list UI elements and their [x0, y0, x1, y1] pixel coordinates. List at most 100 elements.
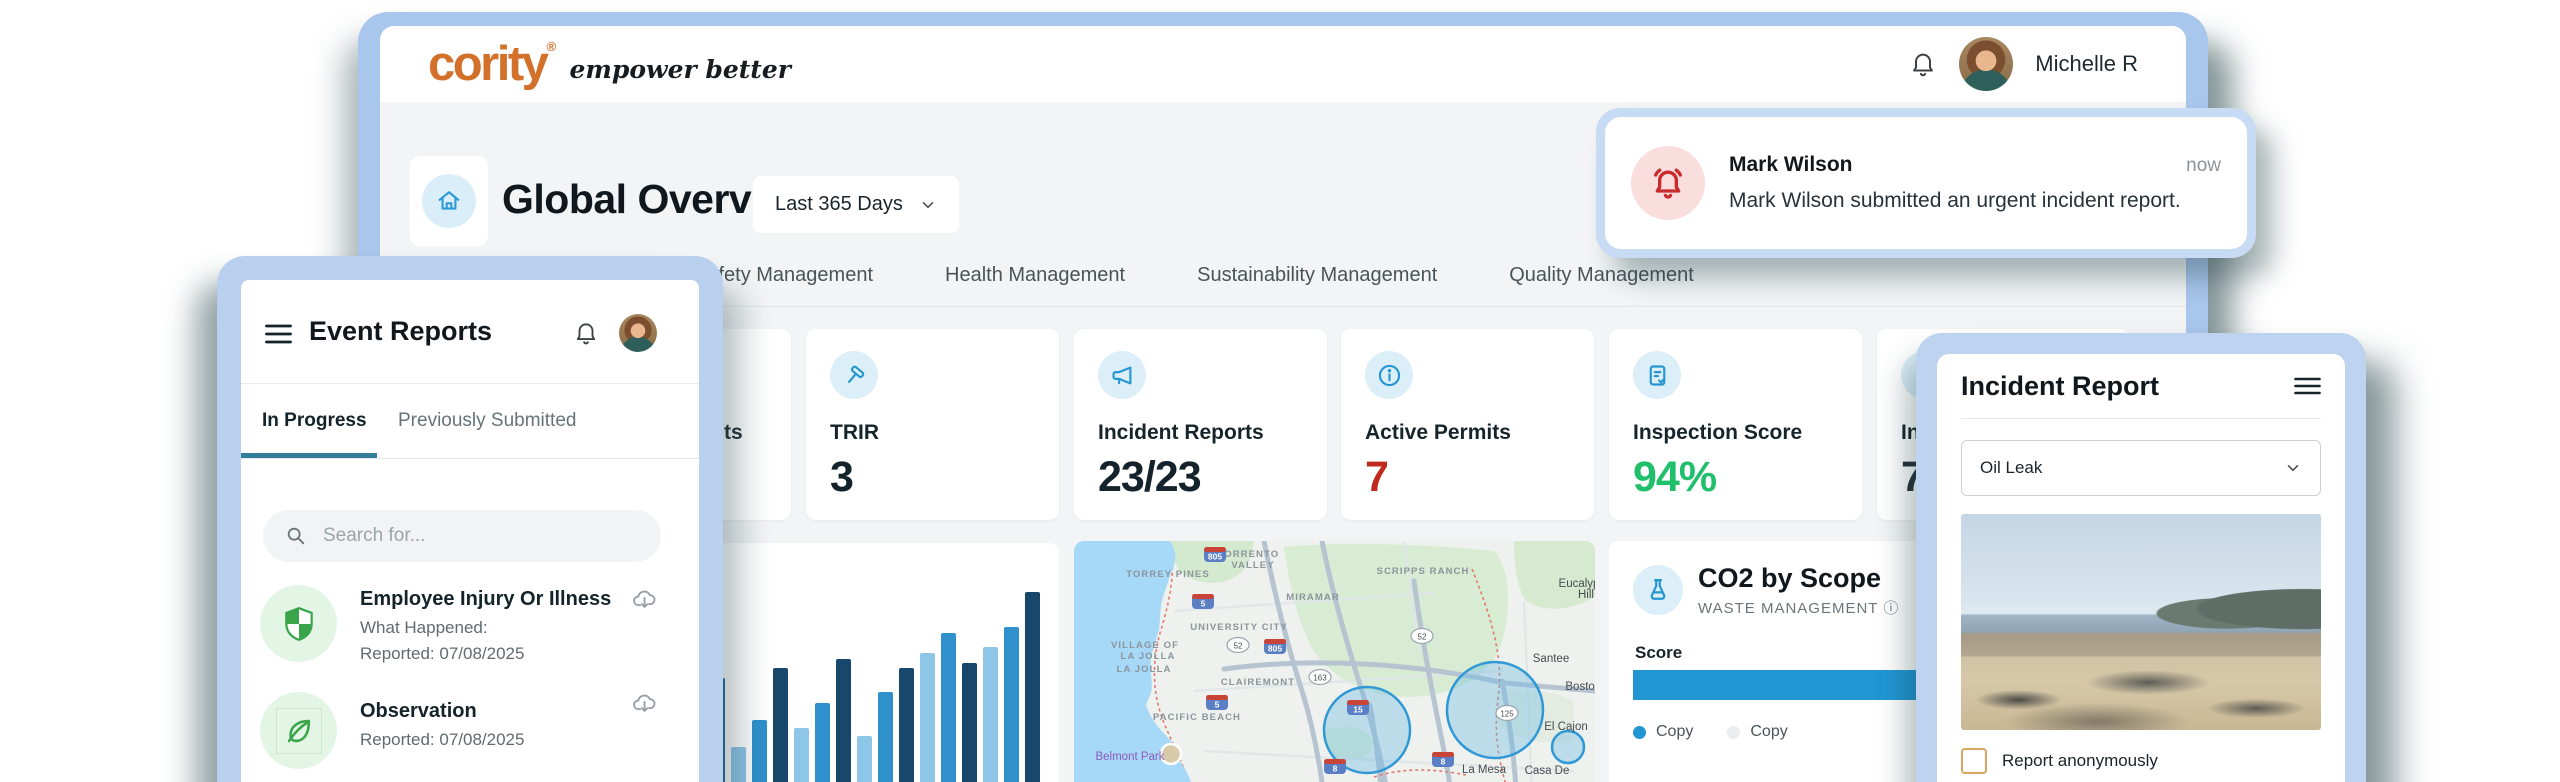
- svg-text:8: 8: [1333, 764, 1338, 774]
- alert-bell-icon: [1631, 146, 1705, 220]
- tab-in-progress[interactable]: In Progress: [262, 410, 367, 432]
- item-title: Employee Injury Or Illness: [360, 588, 611, 611]
- item-title: Observation: [360, 700, 477, 723]
- marketing-composite: cority® empower better Michelle R: [0, 0, 2560, 782]
- kpi-card-active-permits: Active Permits 7: [1341, 329, 1594, 520]
- legend-dot: [1727, 726, 1740, 739]
- svg-text:SCRIPPS RANCH: SCRIPPS RANCH: [1377, 566, 1470, 577]
- bar: [836, 659, 851, 782]
- svg-text:VILLAGE OF: VILLAGE OF: [1111, 640, 1179, 651]
- svg-text:8: 8: [1441, 757, 1446, 767]
- avatar[interactable]: [619, 314, 657, 352]
- notification-body: Mark Wilson now Mark Wilson submitted an…: [1729, 153, 2221, 213]
- app-header: cority® empower better Michelle R: [380, 26, 2186, 102]
- bar: [1025, 592, 1040, 782]
- report-anonymously-checkbox[interactable]: [1961, 748, 1987, 774]
- svg-text:SORRENTO: SORRENTO: [1217, 549, 1279, 560]
- bar: [920, 653, 935, 782]
- bar: [857, 736, 872, 782]
- user-name[interactable]: Michelle R: [2035, 51, 2138, 77]
- svg-text:52: 52: [1418, 633, 1427, 642]
- tab-sustainability-management[interactable]: Sustainability Management: [1197, 264, 1437, 287]
- cority-logo: cority®: [428, 40, 554, 89]
- incident-report-panel: Incident Report Oil Leak Report anonymou…: [1916, 333, 2366, 782]
- date-range-dropdown[interactable]: Last 365 Days: [753, 176, 959, 233]
- search-field[interactable]: [263, 510, 661, 562]
- legend-item[interactable]: Copy: [1633, 723, 1693, 741]
- nav-tabs: Safety Management Health Management Sust…: [694, 264, 1694, 287]
- cloud-download-icon[interactable]: [631, 690, 658, 717]
- tab-previously-submitted[interactable]: Previously Submitted: [398, 410, 576, 432]
- avatar[interactable]: [1959, 37, 2013, 91]
- report-anonymously-label: Report anonymously: [2002, 751, 2158, 771]
- event-reports-inner: Event Reports In Progress Previously Sub…: [241, 280, 699, 782]
- kpi-label: Inspection Score: [1633, 421, 1802, 445]
- megaphone-icon: [1098, 351, 1146, 399]
- bar: [815, 703, 830, 782]
- leaf-icon: [260, 692, 337, 769]
- hamburger-menu-icon[interactable]: [2294, 377, 2321, 395]
- bell-icon[interactable]: [1909, 50, 1937, 78]
- bar: [983, 647, 998, 782]
- kpi-value: 94%: [1633, 453, 1716, 502]
- info-icon: ⓘ: [1883, 600, 1899, 617]
- hamburger-menu-icon[interactable]: [265, 324, 292, 344]
- kpi-card-inspection-score: Inspection Score 94%: [1609, 329, 1862, 520]
- svg-text:125: 125: [1500, 710, 1514, 719]
- kpi-value: 7: [1365, 453, 1388, 502]
- co2-subtitle: WASTE MANAGEMENT ⓘ: [1698, 597, 1899, 618]
- svg-text:UNIVERSITY CITY: UNIVERSITY CITY: [1190, 622, 1288, 633]
- home-tile[interactable]: [410, 156, 488, 246]
- search-input[interactable]: [323, 525, 603, 547]
- item-meta: Reported: 07/08/2025: [360, 730, 524, 750]
- incident-type-dropdown[interactable]: Oil Leak: [1961, 440, 2321, 496]
- svg-text:El Cajon: El Cajon: [1544, 721, 1587, 733]
- kpi-label-fragment: ts: [724, 421, 743, 445]
- kpi-label: Active Permits: [1365, 421, 1511, 445]
- tab-health-management[interactable]: Health Management: [945, 264, 1125, 287]
- kpi-value: 23/23: [1098, 453, 1201, 502]
- incident-report-inner: Incident Report Oil Leak Report anonymou…: [1937, 354, 2345, 782]
- svg-text:PACIFIC BEACH: PACIFIC BEACH: [1153, 712, 1241, 723]
- svg-text:La Mesa: La Mesa: [1462, 764, 1507, 776]
- bell-icon[interactable]: [573, 320, 599, 346]
- report-anonymously-row: Report anonymously: [1961, 748, 2321, 774]
- event-panel-title: Event Reports: [309, 316, 492, 347]
- bar: [773, 668, 788, 782]
- svg-text:MIRAMAR: MIRAMAR: [1286, 592, 1340, 603]
- active-tab-underline: [241, 453, 377, 458]
- grouped-bar-chart: [710, 592, 1040, 782]
- svg-text:Hill: Hill: [1578, 589, 1594, 601]
- event-reports-panel: Event Reports In Progress Previously Sub…: [217, 256, 723, 782]
- notification-sender: Mark Wilson: [1729, 153, 1853, 177]
- kpi-card-incident-reports: Incident Reports 23/23: [1074, 329, 1327, 520]
- bar: [878, 692, 893, 782]
- kpi-value: 3: [830, 453, 853, 502]
- cloud-download-icon[interactable]: [631, 586, 658, 613]
- event-panel-header: Event Reports: [241, 280, 699, 384]
- notification-toast[interactable]: Mark Wilson now Mark Wilson submitted an…: [1596, 108, 2256, 258]
- svg-text:CLAIREMONT: CLAIREMONT: [1221, 677, 1295, 688]
- notification-time: now: [2186, 155, 2221, 177]
- legend-label: Copy: [1750, 723, 1787, 741]
- svg-text:Bostor: Bostor: [1565, 681, 1595, 693]
- svg-text:805: 805: [1268, 644, 1282, 654]
- co2-legend: Copy Copy: [1633, 723, 1788, 741]
- event-panel-tabs: In Progress Previously Submitted: [241, 384, 699, 459]
- incident-report-title: Incident Report: [1961, 371, 2159, 402]
- legend-item[interactable]: Copy: [1727, 723, 1787, 741]
- bar: [941, 633, 956, 782]
- inspection-doc-icon: [1633, 351, 1681, 399]
- svg-text:VALLEY: VALLEY: [1231, 560, 1274, 571]
- item-meta: What Happened:: [360, 618, 488, 638]
- svg-text:LA JOLLA: LA JOLLA: [1117, 664, 1172, 675]
- svg-text:Casa De: Casa De: [1525, 765, 1570, 777]
- svg-text:LA JOLLA: LA JOLLA: [1121, 651, 1176, 662]
- svg-text:5: 5: [1215, 700, 1220, 710]
- tab-quality-management[interactable]: Quality Management: [1509, 264, 1694, 287]
- hammer-icon: [830, 351, 878, 399]
- svg-text:805: 805: [1208, 552, 1222, 562]
- date-range-value: Last 365 Days: [775, 193, 903, 216]
- map-card[interactable]: TORREY PINESSORRENTOVALLEYUNIVERSITY CIT…: [1074, 541, 1595, 782]
- svg-text:15: 15: [1353, 705, 1363, 715]
